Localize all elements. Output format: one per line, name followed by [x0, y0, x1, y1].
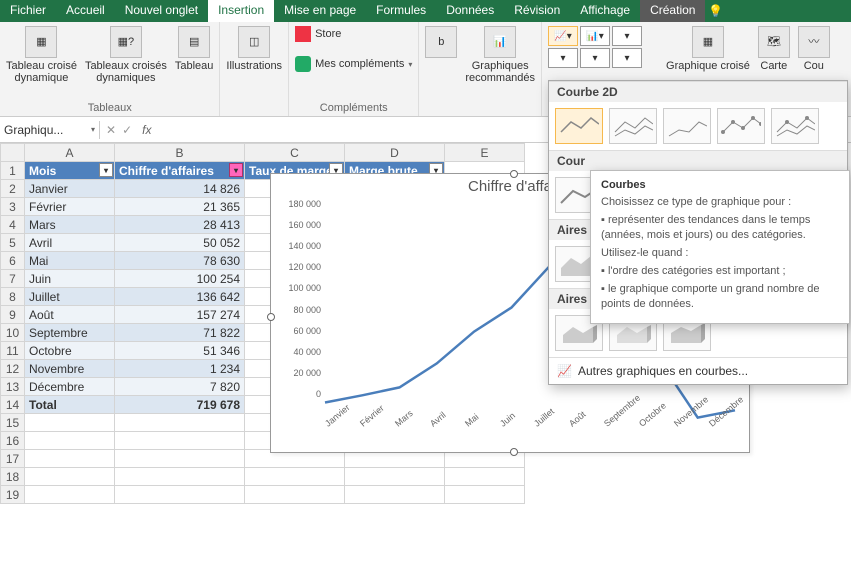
- recommended-charts-icon: 📊: [484, 26, 516, 58]
- accept-formula-icon[interactable]: ✓: [122, 123, 132, 137]
- illustrations-label: Illustrations: [226, 60, 282, 72]
- chart-type-grid: 📈▾ 📊▾ ▾ ▾ ▾ ▾: [548, 26, 658, 68]
- line-chart-option-1[interactable]: [555, 108, 603, 144]
- bing-maps-button[interactable]: b: [425, 26, 457, 58]
- tab-formules[interactable]: Formules: [366, 0, 436, 22]
- more-line-charts-label: Autres graphiques en courbes...: [578, 364, 748, 378]
- tab-revision[interactable]: Révision: [504, 0, 570, 22]
- ribbon-group-tableaux: ▦ Tableau croisé dynamique ▦? Tableaux c…: [0, 22, 220, 116]
- recommended-pivot-label: Tableaux croisés dynamiques: [85, 60, 167, 84]
- tab-nouvel-onglet[interactable]: Nouvel onglet: [115, 0, 208, 22]
- chart-x-axis: JanvierFévrierMarsAvrilMaiJuinJuilletAoû…: [321, 421, 739, 431]
- my-addins-button[interactable]: Mes compléments ▾: [295, 56, 412, 72]
- tab-insertion[interactable]: Insertion: [208, 0, 274, 22]
- pivot-chart-button[interactable]: ▦ Graphique croisé: [666, 26, 750, 72]
- table-label: Tableau: [175, 60, 214, 72]
- sparkline-icon: 〰: [798, 26, 830, 58]
- pivot-table-label: Tableau croisé dynamique: [6, 60, 77, 84]
- name-box-dropdown-icon[interactable]: ▾: [91, 125, 95, 134]
- group-label-complements: Compléments: [295, 100, 412, 114]
- tab-creation[interactable]: Création: [640, 0, 705, 22]
- illustrations-icon: ◫: [238, 26, 270, 58]
- filter-icon[interactable]: ▾: [229, 163, 243, 177]
- ribbon-group-illustrations: ◫ Illustrations: [220, 22, 289, 116]
- tooltip-line: Utilisez-le quand :: [601, 246, 839, 260]
- ribbon-group-graphiques-rec: b 📊 Graphiques recommandés: [419, 22, 542, 116]
- recommended-pivot-button[interactable]: ▦? Tableaux croisés dynamiques: [85, 26, 167, 84]
- map-button[interactable]: 🗺 Carte: [758, 26, 790, 72]
- recommended-pivot-icon: ▦?: [110, 26, 142, 58]
- section-courbe-2d: Courbe 2D: [549, 81, 847, 102]
- sparkline-label: Cou: [804, 60, 824, 72]
- filter-icon[interactable]: ▾: [99, 163, 113, 177]
- my-addins-label: Mes compléments: [315, 58, 404, 70]
- sparkline-button[interactable]: 〰 Cou: [798, 26, 830, 72]
- cancel-formula-icon[interactable]: ✕: [106, 123, 116, 137]
- pivot-chart-label: Graphique croisé: [666, 60, 750, 72]
- tooltip-line: Choisissez ce type de graphique pour :: [601, 195, 839, 209]
- insert-surface-button[interactable]: ▾: [612, 48, 642, 68]
- tooltip-line: ▪ le graphique comporte un grand nombre …: [601, 282, 839, 311]
- tab-fichier[interactable]: Fichier: [0, 0, 56, 22]
- addins-icon: [295, 56, 311, 72]
- group-label-empty1: [226, 112, 282, 114]
- tab-affichage[interactable]: Affichage: [570, 0, 640, 22]
- insert-line-chart-button[interactable]: 📈▾: [548, 26, 578, 46]
- map-icon: 🗺: [758, 26, 790, 58]
- recommended-charts-label: Graphiques recommandés: [465, 60, 535, 84]
- fx-label[interactable]: fx: [138, 123, 155, 137]
- recommended-charts-button[interactable]: 📊 Graphiques recommandés: [465, 26, 535, 84]
- section-cour-truncated: Cour: [549, 150, 847, 171]
- store-icon: [295, 26, 311, 42]
- more-line-charts-button[interactable]: 📈 Autres graphiques en courbes...: [549, 357, 847, 384]
- chart-y-axis: 180 000160 000140 000120 000100 00080 00…: [276, 199, 321, 399]
- map-label: Carte: [760, 60, 787, 72]
- formula-bar-buttons: ✕ ✓: [100, 123, 138, 137]
- line-chart-option-4[interactable]: [717, 108, 765, 144]
- tooltip-line: ▪ l'ordre des catégories est important ;: [601, 264, 839, 278]
- illustrations-button[interactable]: ◫ Illustrations: [226, 26, 282, 72]
- menu-tab-bar: Fichier Accueil Nouvel onglet Insertion …: [0, 0, 851, 22]
- insert-scatter-button[interactable]: ▾: [580, 48, 610, 68]
- store-button[interactable]: Store: [295, 26, 341, 42]
- group-label-empty2: [425, 112, 535, 114]
- table-icon: ▤: [178, 26, 210, 58]
- store-label: Store: [315, 28, 341, 40]
- pivot-table-icon: ▦: [25, 26, 57, 58]
- insert-column-chart-button[interactable]: 📊▾: [580, 26, 610, 46]
- tooltip-line: ▪ représenter des tendances dans le temp…: [601, 213, 839, 242]
- tab-donnees[interactable]: Données: [436, 0, 504, 22]
- dropdown-arrow-icon: ▾: [408, 60, 412, 69]
- bing-icon: b: [425, 26, 457, 58]
- table-button[interactable]: ▤ Tableau: [175, 26, 214, 72]
- name-box-value: Graphiqu...: [4, 123, 63, 137]
- tab-mise-en-page[interactable]: Mise en page: [274, 0, 366, 22]
- group-label-tableaux: Tableaux: [6, 100, 213, 114]
- insert-win-loss-button[interactable]: ▾: [612, 26, 642, 46]
- more-charts-icon: 📈: [557, 364, 572, 378]
- insert-hierarchy-button[interactable]: ▾: [548, 48, 578, 68]
- chart-type-tooltip: Courbes Choisissez ce type de graphique …: [590, 170, 850, 324]
- pivot-table-button[interactable]: ▦ Tableau croisé dynamique: [6, 26, 77, 84]
- line-chart-option-5[interactable]: [771, 108, 819, 144]
- line-chart-option-2[interactable]: [609, 108, 657, 144]
- ribbon-group-complements: Store Mes compléments ▾ Compléments: [289, 22, 419, 116]
- tooltip-title: Courbes: [601, 179, 839, 191]
- name-box[interactable]: Graphiqu... ▾: [0, 121, 100, 139]
- pivot-chart-icon: ▦: [692, 26, 724, 58]
- tab-accueil[interactable]: Accueil: [56, 0, 115, 22]
- line-chart-option-3[interactable]: [663, 108, 711, 144]
- tell-me-icon[interactable]: 💡: [705, 0, 725, 22]
